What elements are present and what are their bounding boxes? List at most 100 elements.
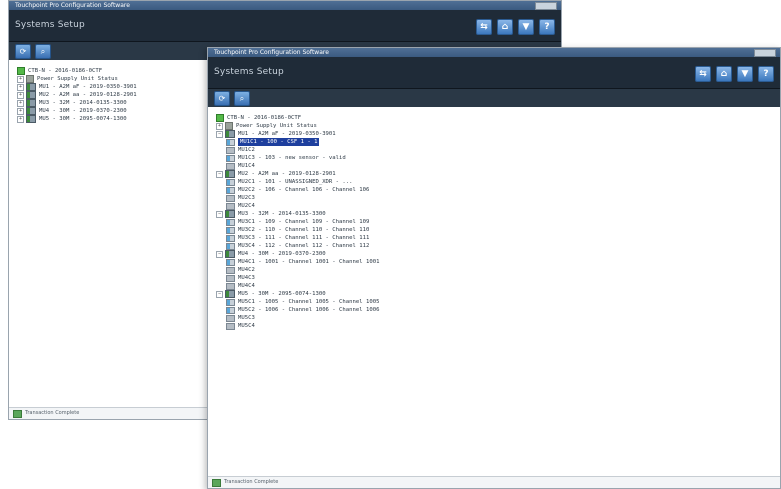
channel-card-icon [226, 138, 235, 146]
front-window-titlebar[interactable]: Touchpoint Pro Configuration Software [208, 48, 780, 57]
status-ok-icon [212, 478, 221, 487]
tree-node-label: MU3 - 32M - 2014-0135-3300 [39, 100, 127, 106]
expand-toggle-icon[interactable]: + [17, 99, 24, 107]
help-icon[interactable]: ? [758, 66, 774, 82]
tree-node-channel[interactable]: MU3C1 - 109 - Channel 109 - Channel 109 [216, 218, 776, 226]
network-icon[interactable]: ⇆ [476, 19, 492, 35]
expand-toggle-icon[interactable]: − [216, 210, 223, 218]
tree-node-channel[interactable]: MU2C1 - 101 - UNASSIGNED_XDR - ... [216, 178, 776, 186]
tree-node-label: MU5C1 - 1005 - Channel 1005 - Channel 10… [238, 299, 380, 305]
tree-node-channel[interactable]: MU1C2 [216, 146, 776, 154]
tree-node-channel[interactable]: MU5C4 [216, 322, 776, 330]
tree-node-label: MU4 - 30M - 2019-0370-2300 [238, 251, 326, 257]
empty-channel-icon [226, 202, 235, 210]
tree-node-channel[interactable]: MU3C3 - 111 - Channel 111 - Channel 111 [216, 234, 776, 242]
module-unit-icon [26, 91, 36, 99]
tree-node-label: CTB-N - 2016-0186-0CTF [227, 115, 302, 121]
tree-node-channel[interactable]: MU4C1 - 1001 - Channel 1001 - Channel 10… [216, 258, 776, 266]
tree-node-label: MU5C4 [238, 323, 255, 329]
tree-node-label: MU1C1 - 100 - CSF 1 - 1 [238, 138, 320, 146]
tree-node-unit[interactable]: − MU2 - A2M aa - 2019-0128-2901 [216, 170, 776, 178]
channel-card-icon [226, 242, 235, 250]
empty-channel-icon [226, 146, 235, 154]
tree-node-channel[interactable]: MU1C4 [216, 162, 776, 170]
expand-toggle-icon[interactable]: + [216, 122, 223, 130]
channel-card-icon [226, 178, 235, 186]
tree-node-label: Power Supply Unit Status [37, 76, 118, 82]
expand-toggle-icon[interactable]: − [216, 290, 223, 298]
search-icon[interactable]: ⌕ [35, 43, 51, 59]
filter-icon[interactable]: ▼ [518, 19, 534, 35]
tree-node-label: MU4C3 [238, 275, 255, 281]
back-window-header: Systems Setup ⇆ ⌂ ▼ ? [9, 10, 561, 42]
expand-toggle-icon[interactable]: + [17, 107, 24, 115]
tree-node-channel[interactable]: MU2C2 - 106 - Channel 106 - Channel 106 [216, 186, 776, 194]
tree-node-label: MU3C3 - 111 - Channel 111 - Channel 111 [238, 235, 370, 241]
tree-node-channel[interactable]: MU3C2 - 110 - Channel 110 - Channel 110 [216, 226, 776, 234]
tree-node-channel[interactable]: MU2C4 [216, 202, 776, 210]
tree-node-root[interactable]: CTB-N - 2016-0186-0CTF [216, 114, 776, 122]
expand-toggle-icon[interactable]: + [17, 83, 24, 91]
help-icon[interactable]: ? [539, 19, 555, 35]
network-icon[interactable]: ⇆ [695, 66, 711, 82]
home-icon[interactable]: ⌂ [716, 66, 732, 82]
tree-node-channel[interactable]: MU5C2 - 1006 - Channel 1006 - Channel 10… [216, 306, 776, 314]
expand-toggle-icon[interactable]: − [216, 250, 223, 258]
tree-node-channel[interactable]: MU2C3 [216, 194, 776, 202]
front-window: Touchpoint Pro Configuration Software Sy… [207, 47, 781, 489]
back-window-titlebar[interactable]: Touchpoint Pro Configuration Software [9, 1, 561, 10]
tree-node-label: MU2 - A2M aa - 2019-0128-2901 [238, 171, 336, 177]
tree-node-unit[interactable]: − MU5 - 30M - 2095-0074-1300 [216, 290, 776, 298]
front-status-text: Transaction Complete [224, 479, 279, 485]
tree-node-label: MU2C3 [238, 195, 255, 201]
module-unit-icon [26, 115, 36, 123]
tree-node-label: MU3C2 - 110 - Channel 110 - Channel 110 [238, 227, 370, 233]
search-icon[interactable]: ⌕ [234, 90, 250, 106]
expand-toggle-icon[interactable]: − [216, 130, 223, 138]
tree-node-unit[interactable]: − MU1 - A2M aF - 2019-0350-3901 [216, 130, 776, 138]
channel-card-icon [226, 186, 235, 194]
tree-node-unit[interactable]: − MU3 - 32M - 2014-0135-3300 [216, 210, 776, 218]
channel-card-icon [226, 154, 235, 162]
tree-node-channel[interactable]: MU1C1 - 100 - CSF 1 - 1 [216, 138, 776, 146]
expand-toggle-icon[interactable]: + [17, 115, 24, 123]
empty-channel-icon [226, 162, 235, 170]
front-status-bar: Transaction Complete [208, 476, 780, 488]
power-supply-icon [26, 75, 34, 83]
front-header-icons: ⇆ ⌂ ▼ ? [695, 66, 774, 82]
module-unit-icon [225, 290, 235, 298]
tree-node-channel[interactable]: MU4C2 [216, 266, 776, 274]
module-unit-icon [26, 107, 36, 115]
power-supply-icon [225, 122, 233, 130]
refresh-icon[interactable]: ⟳ [214, 90, 230, 106]
front-toolbar: ⟳ ⌕ [208, 89, 780, 107]
home-icon[interactable]: ⌂ [497, 19, 513, 35]
empty-channel-icon [226, 314, 235, 322]
filter-icon[interactable]: ▼ [737, 66, 753, 82]
tree-node-channel[interactable]: MU5C1 - 1005 - Channel 1005 - Channel 10… [216, 298, 776, 306]
tree-node-label: MU5 - 30M - 2095-0074-1300 [39, 116, 127, 122]
tree-node-label: MU4C1 - 1001 - Channel 1001 - Channel 10… [238, 259, 380, 265]
tree-node-channel[interactable]: MU1C3 - 103 - new sensor - valid [216, 154, 776, 162]
back-status-text: Transaction Complete [25, 410, 80, 416]
tree-node-channel[interactable]: MU5C3 [216, 314, 776, 322]
tree-node-channel[interactable]: MU4C4 [216, 282, 776, 290]
tree-node-label: MU2 - A2M aa - 2019-0128-2901 [39, 92, 137, 98]
tree-node-label: MU5 - 30M - 2095-0074-1300 [238, 291, 326, 297]
module-unit-icon [26, 99, 36, 107]
tree-node-label: MU1C3 - 103 - new sensor - valid [238, 155, 346, 161]
tree-node-channel[interactable]: MU4C3 [216, 274, 776, 282]
module-unit-icon [225, 170, 235, 178]
tree-node-group[interactable]: + Power Supply Unit Status [216, 122, 776, 130]
tree-node-channel[interactable]: MU3C4 - 112 - Channel 112 - Channel 112 [216, 242, 776, 250]
empty-channel-icon [226, 322, 235, 330]
expand-toggle-icon[interactable]: − [216, 170, 223, 178]
window-controls[interactable] [535, 2, 557, 10]
refresh-icon[interactable]: ⟳ [15, 43, 31, 59]
tree-node-label: MU3C4 - 112 - Channel 112 - Channel 112 [238, 243, 370, 249]
expand-toggle-icon[interactable]: + [17, 75, 24, 83]
window-controls[interactable] [754, 49, 776, 57]
tree-node-unit[interactable]: − MU4 - 30M - 2019-0370-2300 [216, 250, 776, 258]
tree-node-label: MU1C4 [238, 163, 255, 169]
expand-toggle-icon[interactable]: + [17, 91, 24, 99]
